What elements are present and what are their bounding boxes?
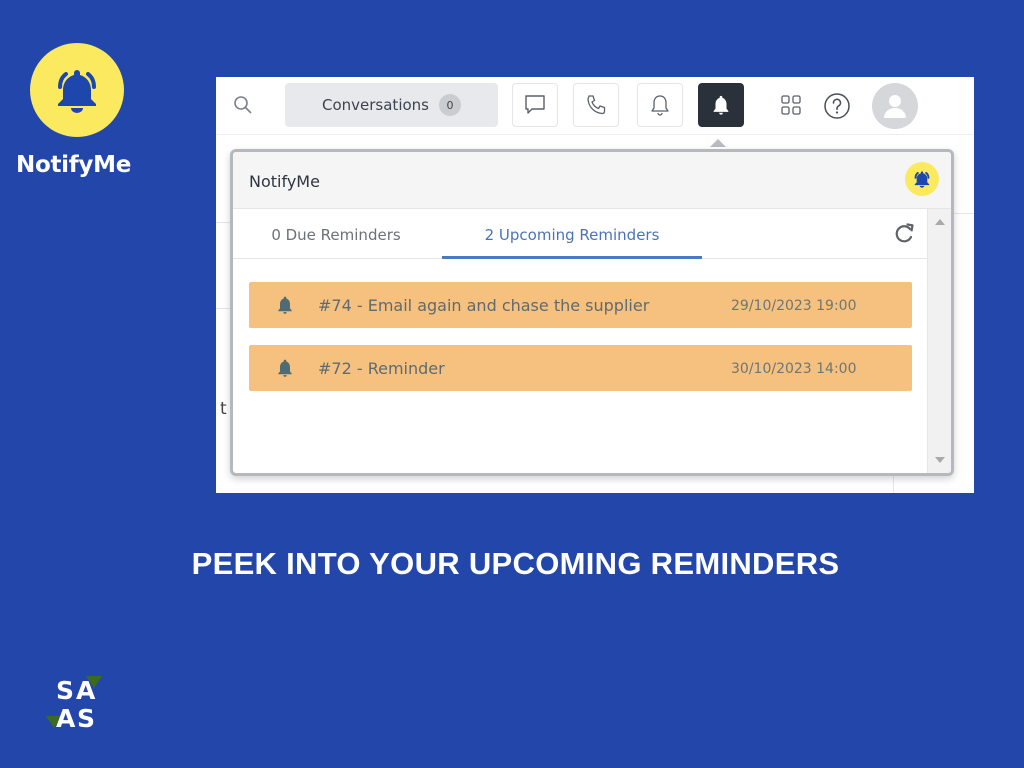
apps-grid-icon (781, 95, 801, 115)
refresh-icon[interactable] (893, 223, 915, 245)
user-avatar[interactable] (872, 83, 918, 129)
notifyme-button[interactable] (698, 83, 744, 127)
brand-name: NotifyMe (16, 152, 132, 178)
search-icon[interactable] (233, 95, 253, 115)
scroll-down-arrow[interactable] (935, 457, 945, 463)
phone-icon (587, 95, 606, 115)
bell-filled-icon (713, 95, 729, 115)
user-avatar-icon (884, 95, 906, 118)
reminder-datetime: 29/10/2023 19:00 (731, 298, 857, 314)
bell-icon (278, 359, 292, 377)
logo-letter: A (76, 676, 96, 705)
chat-bubble-icon (525, 95, 545, 114)
popup-scrollbar[interactable] (927, 209, 951, 473)
ringing-bell-icon (58, 70, 96, 113)
ringing-bell-icon (914, 171, 930, 188)
chat-button[interactable] (512, 83, 558, 127)
headline: PEEK INTO YOUR UPCOMING REMINDERS (191, 546, 840, 581)
reminder-title: #72 - Reminder (318, 359, 445, 378)
notifyme-popup: NotifyMe 0 Due Reminders 2 Upcoming Remi… (230, 149, 954, 476)
help-circle-icon (824, 93, 850, 119)
bell-icon (278, 296, 292, 314)
reminder-item[interactable]: #74 - Email again and chase the supplier… (249, 282, 912, 328)
top-toolbar: Conversations 0 (216, 77, 974, 135)
popup-logo (905, 162, 939, 196)
reminder-datetime: 30/10/2023 14:00 (731, 361, 857, 377)
logo-letter: S (56, 676, 75, 705)
apps-button[interactable] (778, 92, 804, 118)
reminder-title: #74 - Email again and chase the supplier (318, 296, 650, 315)
scroll-up-arrow[interactable] (935, 219, 945, 225)
help-button[interactable] (822, 91, 852, 121)
tab-upcoming-reminders[interactable]: 2 Upcoming Reminders (442, 209, 702, 259)
popup-title: NotifyMe (249, 172, 320, 191)
app-screenshot: t Conversations 0 NotifyMe 0 Due Reminde… (216, 77, 974, 493)
reminder-item[interactable]: #72 - Reminder 30/10/2023 14:00 (249, 345, 912, 391)
tab-due-reminders[interactable]: 0 Due Reminders (251, 209, 421, 259)
saas-logo: S A A S (46, 676, 104, 734)
conversations-label: Conversations (322, 96, 429, 114)
phone-button[interactable] (573, 83, 619, 127)
conversations-button[interactable]: Conversations 0 (285, 83, 498, 127)
reminder-tabs: 0 Due Reminders 2 Upcoming Reminders (233, 209, 927, 259)
bell-outline-icon (651, 95, 669, 116)
logo-letter: S (77, 704, 96, 733)
logo-letter: A (56, 704, 76, 733)
popup-header: NotifyMe (233, 152, 951, 209)
conversations-count-badge: 0 (439, 94, 461, 116)
notifications-button[interactable] (637, 83, 683, 127)
divider (893, 476, 894, 493)
background-text: t (220, 399, 227, 419)
notifyme-logo (30, 43, 124, 137)
reminder-list: #74 - Email again and chase the supplier… (249, 282, 912, 408)
popup-pointer (710, 139, 726, 147)
divider (954, 213, 974, 214)
